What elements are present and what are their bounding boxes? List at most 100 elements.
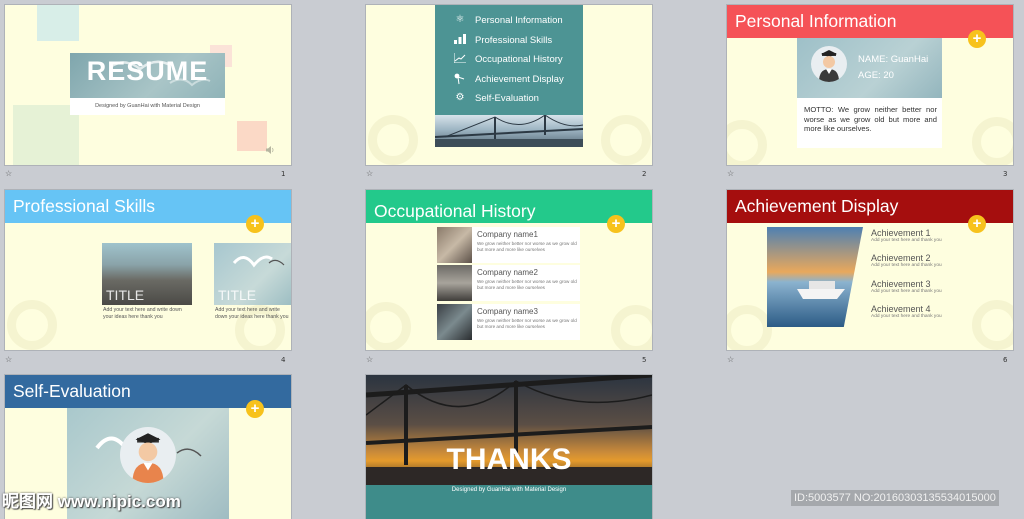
line-chart-icon	[453, 53, 467, 65]
menu-item-label: Achievement Display	[475, 73, 564, 85]
skill-image: TITLE	[102, 243, 192, 305]
company-name: Company name1	[477, 230, 538, 239]
job-card: Company name1 We grow neither better nor…	[437, 227, 580, 263]
menu-item-personal-information[interactable]: ⚛ Personal Information	[453, 11, 563, 29]
company-description: We grow neither better nor worse as we g…	[477, 318, 577, 329]
graduate-avatar-icon	[819, 50, 839, 82]
add-button[interactable]: +	[968, 215, 986, 233]
job-card: Company name2 We grow neither better nor…	[437, 265, 580, 301]
slide-title: Professional Skills	[13, 196, 155, 216]
graduate-avatar-icon	[132, 433, 164, 483]
menu-item-label: Self-Evaluation	[475, 92, 539, 104]
slide-thumbnail-5[interactable]: Occupational History + Company name1 We …	[366, 190, 652, 350]
gear-watermark-icon	[368, 115, 418, 165]
achievement-item: Achievement 2 Add your text here and tha…	[871, 253, 966, 278]
achievement-desc: Add your text here and thank you	[871, 314, 942, 319]
add-button[interactable]: +	[246, 215, 264, 233]
slide-number: 5	[642, 356, 647, 364]
age-field: AGE: 20	[858, 70, 894, 81]
achievement-title: Achievement 1	[871, 228, 931, 238]
slide-number: 3	[1003, 170, 1008, 178]
profile-card: NAME: GuanHai AGE: 20 MOTTO: We grow nei…	[797, 38, 942, 148]
bridge-photo	[435, 115, 583, 147]
contents-menu: ⚛ Personal Information Professional Skil…	[435, 5, 583, 115]
slide-title: Self-Evaluation	[13, 381, 131, 401]
add-button[interactable]: +	[607, 215, 625, 233]
gears-icon: ⚙	[455, 92, 465, 103]
star-icon: ☆	[5, 169, 13, 178]
job-thumbnail	[437, 304, 472, 340]
achievement-item: Achievement 1 Add your text here and tha…	[871, 228, 966, 253]
skill-image: TITLE	[214, 243, 291, 305]
gear-watermark-icon	[7, 300, 57, 350]
skill-caption: Add your text here and write down your i…	[103, 307, 182, 320]
decor-square	[237, 121, 267, 151]
site-watermark: 昵图网 www.nipic.com	[2, 492, 181, 511]
achievement-title: Achievement 3	[871, 279, 931, 289]
star-icon: ☆	[366, 169, 374, 178]
company-description: We grow neither better nor worse as we g…	[477, 279, 577, 290]
gear-watermark-icon	[611, 305, 652, 350]
job-thumbnail	[437, 265, 472, 301]
achievement-desc: Add your text here and thank you	[871, 238, 942, 243]
star-icon: ☆	[727, 169, 735, 178]
resume-subtitle: Designed by GuanHai with Material Design	[70, 98, 225, 115]
star-icon: ☆	[727, 355, 735, 364]
menu-item-label: Personal Information	[475, 14, 563, 26]
slide-title: Achievement Display	[735, 196, 899, 216]
skill-title-overlay: TITLE	[106, 287, 145, 303]
slide-thumbnail-2[interactable]: ⚛ Personal Information Professional Skil…	[366, 5, 652, 165]
gear-watermark-icon	[366, 302, 411, 350]
gear-watermark-icon	[972, 300, 1013, 350]
decor-square	[37, 5, 79, 41]
skill-title-overlay: TITLE	[218, 287, 257, 303]
menu-item-label: Occupational History	[475, 53, 563, 65]
gear-watermark-icon	[727, 305, 772, 350]
motto-text: MOTTO: We grow neither better nor worse …	[804, 105, 937, 133]
star-icon: ☆	[5, 355, 13, 364]
resume-title: RESUME	[86, 56, 209, 86]
thanks-title: THANKS	[446, 443, 572, 476]
name-field: NAME: GuanHai	[858, 54, 929, 65]
image-id-watermark: ID:5003577 NO:20160303135534015000	[791, 490, 999, 506]
menu-item-achievement-display[interactable]: Achievement Display	[453, 70, 564, 88]
slide-thumbnail-6[interactable]: Achievement Display + Achievement 1 Add …	[727, 190, 1013, 350]
avatar	[811, 46, 847, 82]
credit-text: Designed by GuanHai with Material Design	[451, 487, 567, 493]
avatar	[120, 427, 176, 483]
company-description: We grow neither better nor worse as we g…	[477, 241, 577, 252]
slide-number: 4	[281, 356, 286, 364]
skill-caption: Add your text here and write down your i…	[215, 307, 289, 320]
slide-thumbnail-3[interactable]: Personal Information + NAME: GuanHai AGE…	[727, 5, 1013, 165]
slide-thumbnail-4[interactable]: Professional Skills + TITLE Add your tex…	[5, 190, 291, 350]
atom-icon: ⚛	[455, 14, 465, 25]
gear-watermark-icon	[727, 120, 767, 165]
speaker-icon[interactable]	[265, 145, 275, 155]
slide-thumbnail-1[interactable]: RESUME Designed by GuanHai with Material…	[5, 5, 291, 165]
menu-item-occupational-history[interactable]: Occupational History	[453, 50, 563, 68]
node-icon	[453, 73, 467, 85]
slide-thumbnail-8[interactable]: THANKS Designed by GuanHai with Material…	[366, 375, 652, 519]
slide-title: Occupational History	[374, 201, 536, 221]
yacht-icon	[797, 281, 845, 299]
menu-item-self-evaluation[interactable]: ⚙ Self-Evaluation	[453, 89, 539, 107]
achievement-item: Achievement 3 Add your text here and tha…	[871, 279, 966, 304]
star-icon: ☆	[366, 355, 374, 364]
achievement-desc: Add your text here and thank you	[871, 263, 942, 268]
menu-item-professional-skills[interactable]: Professional Skills	[453, 31, 552, 49]
achievement-desc: Add your text here and thank you	[871, 289, 942, 294]
company-name: Company name2	[477, 268, 538, 277]
company-name: Company name3	[477, 307, 538, 316]
job-thumbnail	[437, 227, 472, 263]
slide-title: Personal Information	[735, 11, 897, 31]
add-button[interactable]: +	[246, 400, 264, 418]
slide-number: 6	[1003, 356, 1008, 364]
job-card: Company name3 We grow neither better nor…	[437, 304, 580, 340]
gear-watermark-icon	[972, 117, 1013, 165]
slide-number: 2	[642, 170, 647, 178]
achievement-item: Achievement 4 Add your text here and tha…	[871, 304, 966, 329]
bar-chart-icon	[453, 34, 467, 46]
achievement-title: Achievement 2	[871, 253, 931, 263]
add-button[interactable]: +	[968, 30, 986, 48]
achievement-title: Achievement 4	[871, 304, 931, 314]
